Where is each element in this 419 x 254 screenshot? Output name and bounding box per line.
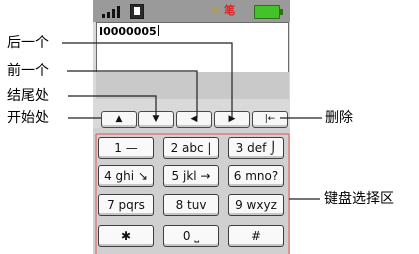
battery-icon [254, 5, 283, 19]
callout-keypad: 键盘选择区 [324, 191, 394, 207]
text-cursor [157, 25, 159, 36]
key-7[interactable]: 7 pqrs [98, 194, 154, 216]
arrow-right-icon: ▶ [228, 114, 236, 124]
key-1[interactable]: 1 — [98, 137, 154, 159]
input-method-indicator: ✍ 笔 [211, 3, 245, 18]
delete-button[interactable]: |← [252, 111, 288, 128]
end-button[interactable]: ▼ [138, 111, 174, 128]
ime-mode-label: 笔 [224, 4, 236, 17]
arrow-up-icon: ▲ [115, 114, 123, 124]
key-8[interactable]: 8 tuv [163, 194, 219, 216]
candidate-area [96, 72, 289, 99]
key-6[interactable]: 6 mno? [228, 165, 284, 187]
home-button[interactable]: ▲ [101, 111, 137, 128]
callout-next: 后一个 [7, 35, 49, 51]
key-3[interactable]: 3 def ⌡ [228, 137, 284, 159]
key-hash[interactable]: # [228, 225, 284, 247]
callout-home: 开始处 [7, 110, 49, 126]
next-button[interactable]: ▶ [214, 111, 250, 128]
signal-bars-icon [102, 6, 120, 18]
previous-button[interactable]: ◀ [176, 111, 212, 128]
key-0[interactable]: 0 ⎵ [163, 225, 219, 247]
text-input-area[interactable]: I0000005 [96, 22, 289, 74]
key-9[interactable]: 9 wxyz [228, 194, 284, 216]
arrow-down-icon: ▼ [152, 114, 160, 124]
key-star[interactable]: ✱ [98, 225, 154, 247]
phone-screen: ✍ 笔 I0000005 ▲ ▼ ◀ ▶ |← 1 — 2 abc | 3 de… [93, 0, 290, 254]
callout-end: 结尾处 [7, 88, 49, 104]
navigation-row: ▲ ▼ ◀ ▶ |← [93, 101, 290, 131]
backspace-icon: |← [264, 114, 276, 124]
arrow-left-icon: ◀ [190, 114, 198, 124]
callout-previous: 前一个 [7, 63, 49, 79]
sim-card-icon [130, 4, 144, 19]
key-4[interactable]: 4 ghi ↘ [98, 165, 154, 187]
status-bar: ✍ 笔 [93, 0, 290, 22]
callout-delete: 删除 [325, 110, 353, 126]
key-5[interactable]: 5 jkl → [163, 165, 219, 187]
input-value: I0000005 [99, 25, 159, 38]
handwriting-icon: ✍ [211, 4, 221, 17]
key-2[interactable]: 2 abc | [163, 137, 219, 159]
